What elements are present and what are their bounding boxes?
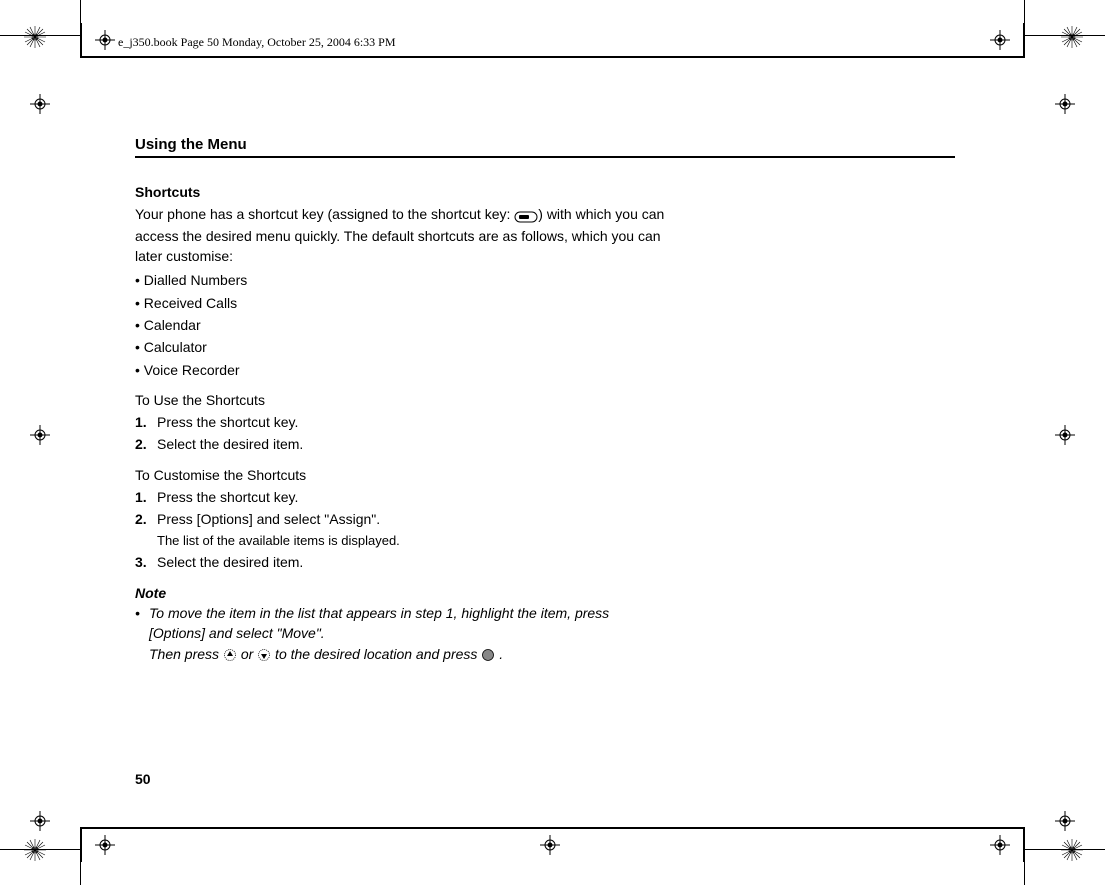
crop-line xyxy=(80,0,81,25)
crop-line xyxy=(0,35,80,36)
cross-mark xyxy=(30,425,50,445)
cross-mark xyxy=(95,835,115,855)
step-text: Select the desired item. xyxy=(157,552,665,572)
center-key-icon xyxy=(481,646,495,662)
list-item: Dialled Numbers xyxy=(135,270,665,290)
cross-mark xyxy=(95,30,115,50)
crop-line xyxy=(1025,35,1105,36)
frame-line xyxy=(80,23,82,58)
list-item: Voice Recorder xyxy=(135,360,665,380)
note-text-b-mid: or xyxy=(237,646,257,662)
crop-line xyxy=(1025,849,1105,850)
note-text-a: To move the item in the list that appear… xyxy=(149,605,609,641)
step-detail: The list of the available items is displ… xyxy=(157,532,665,551)
shortcuts-heading: Shortcuts xyxy=(135,182,665,202)
cross-mark xyxy=(540,835,560,855)
note-text-b-post: to the desired location and press xyxy=(271,646,481,662)
step-text: Select the desired item. xyxy=(157,434,665,454)
list-item: Received Calls xyxy=(135,293,665,313)
section-rule xyxy=(135,156,955,158)
cross-mark xyxy=(1055,94,1075,114)
note-text-b-pre: Then press xyxy=(149,646,223,662)
section-heading: Using the Menu xyxy=(135,136,247,153)
step-number: 1. xyxy=(135,487,157,507)
use-shortcuts-title: To Use the Shortcuts xyxy=(135,390,665,410)
frame-line xyxy=(1023,23,1025,58)
frame-line xyxy=(80,827,1025,829)
note-body: • To move the item in the list that appe… xyxy=(135,603,665,664)
crop-line xyxy=(1024,860,1025,885)
step-number: 2. xyxy=(135,509,157,529)
down-arrow-icon xyxy=(257,646,271,662)
list-item: Calculator xyxy=(135,337,665,357)
use-shortcuts-steps: 1.Press the shortcut key. 2.Select the d… xyxy=(135,412,665,455)
up-arrow-icon xyxy=(223,646,237,662)
step-number: 2. xyxy=(135,434,157,454)
step-item: 1.Press the shortcut key. xyxy=(135,412,665,432)
reg-mark-top-left xyxy=(24,26,44,46)
frame-line xyxy=(80,827,82,862)
note-text-b-end: . xyxy=(495,646,503,662)
content-body: Shortcuts Your phone has a shortcut key … xyxy=(135,182,665,664)
customise-shortcuts-title: To Customise the Shortcuts xyxy=(135,465,665,485)
cross-mark xyxy=(30,811,50,831)
cross-mark xyxy=(30,94,50,114)
cross-mark xyxy=(1055,425,1075,445)
list-item: Calendar xyxy=(135,315,665,335)
note-title: Note xyxy=(135,583,665,603)
doc-header: e_j350.book Page 50 Monday, October 25, … xyxy=(118,35,396,50)
default-shortcuts-list: Dialled Numbers Received Calls Calendar … xyxy=(135,270,665,379)
cross-mark xyxy=(990,835,1010,855)
intro-text-a: Your phone has a shortcut key (assigned … xyxy=(135,206,514,222)
step-item: 2.Select the desired item. xyxy=(135,434,665,454)
customise-shortcuts-steps: 1.Press the shortcut key. 2.Press [Optio… xyxy=(135,487,665,573)
step-item: 1.Press the shortcut key. xyxy=(135,487,665,507)
page-number: 50 xyxy=(135,771,151,787)
step-item: 2.Press [Options] and select "Assign". Th… xyxy=(135,509,665,550)
crop-line xyxy=(0,849,80,850)
frame-line xyxy=(80,56,1025,58)
step-item: 3.Select the desired item. xyxy=(135,552,665,572)
step-text: Press [Options] and select "Assign". xyxy=(157,509,665,529)
note-bullet: • xyxy=(135,603,149,664)
step-number: 3. xyxy=(135,552,157,572)
cross-mark xyxy=(1055,811,1075,831)
step-text: Press the shortcut key. xyxy=(157,412,665,432)
crop-line xyxy=(80,860,81,885)
step-number: 1. xyxy=(135,412,157,432)
reg-mark-top-right xyxy=(1061,26,1081,46)
intro-paragraph: Your phone has a shortcut key (assigned … xyxy=(135,204,665,266)
cross-mark xyxy=(990,30,1010,50)
step-text: Press the shortcut key. xyxy=(157,487,665,507)
crop-line xyxy=(1024,0,1025,25)
frame-line xyxy=(1023,827,1025,862)
shortcut-key-icon xyxy=(514,205,538,225)
